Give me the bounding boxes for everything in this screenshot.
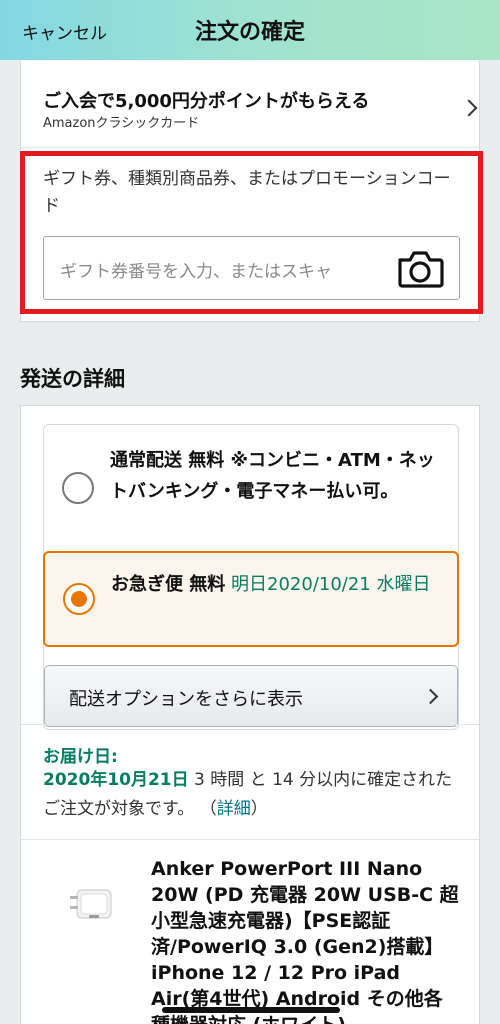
offer-title: ご入会で5,000円分ポイントがもらえる — [43, 91, 370, 112]
shipping-card: 通常配送 無料 ※コンビニ・ATM・ネットバンキング・電子マネー払い可。 お急ぎ… — [20, 405, 480, 1024]
more-shipping-options-button[interactable]: 配送オプションをさらに表示 — [44, 665, 458, 727]
express-name: お急ぎ便 無料 — [111, 574, 226, 595]
credit-card-offer-row[interactable]: ご入会で5,000円分ポイントがもらえる Amazonクラシックカード — [21, 60, 479, 148]
camera-icon[interactable] — [396, 248, 444, 288]
divider — [21, 839, 479, 840]
app-header: キャンセル 注文の確定 — [0, 0, 500, 60]
express-option-label: お急ぎ便 無料 明日2020/10/21 水曜日 — [111, 569, 451, 600]
details-link[interactable]: 詳細 — [217, 799, 251, 819]
shipping-section-title: 発送の詳細 — [20, 367, 125, 391]
divider — [21, 724, 479, 725]
promo-code-section: ギフト券、種類別商品券、またはプロモーションコード ギフト券番号を入力、またはス… — [20, 151, 483, 314]
express-date: 明日2020/10/21 水曜日 — [231, 574, 431, 595]
product-image[interactable] — [67, 880, 119, 930]
shipping-option-standard[interactable]: 通常配送 無料 ※コンビニ・ATM・ネットバンキング・電子マネー払い可。 — [44, 425, 458, 547]
delivery-note-end: ） — [250, 799, 268, 819]
standard-option-label: 通常配送 無料 ※コンビニ・ATM・ネットバンキング・電子マネー払い可。 — [110, 450, 435, 502]
page-title: 注文の確定 — [194, 20, 305, 45]
shipping-option-express[interactable]: お急ぎ便 無料 明日2020/10/21 水曜日 — [43, 551, 459, 647]
product-title[interactable]: Anker PowerPort III Nano 20W (PD 充電器 20W… — [151, 856, 461, 1024]
gift-code-input[interactable]: ギフト券番号を入力、またはスキャ — [43, 236, 460, 300]
radio-standard[interactable] — [62, 472, 94, 504]
shipping-options: 通常配送 無料 ※コンビニ・ATM・ネットバンキング・電子マネー払い可。 お急ぎ… — [43, 424, 459, 730]
chevron-right-icon — [422, 688, 439, 705]
delivery-label: お届け日: — [43, 747, 118, 767]
promo-label: ギフト券、種類別商品券、またはプロモーションコード — [43, 169, 451, 216]
offer-subtitle: Amazonクラシックカード — [43, 116, 200, 131]
chevron-right-icon — [460, 99, 478, 117]
delivery-info: 2020年10月21日 3 時間 と 14 分以内に確定されたご注文が対象です。… — [43, 766, 463, 824]
home-indicator — [162, 1007, 340, 1013]
more-options-label: 配送オプションをさらに表示 — [69, 689, 303, 710]
gift-code-placeholder: ギフト券番号を入力、またはスキャ — [60, 262, 332, 282]
delivery-date: 2020年10月21日 — [43, 770, 189, 790]
radio-express-selected[interactable] — [63, 583, 95, 615]
